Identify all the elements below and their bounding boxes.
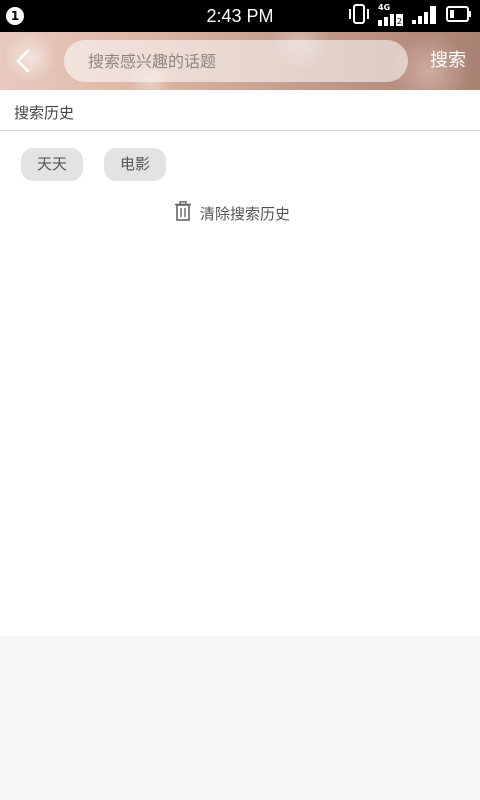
search-box[interactable] [64, 40, 408, 82]
vibrate-icon [348, 4, 370, 28]
svg-text:2: 2 [397, 17, 402, 26]
clear-history-button[interactable]: 清除搜索历史 [174, 200, 290, 226]
chevron-left-icon [10, 49, 38, 79]
status-icons: 4G 2 [348, 3, 472, 28]
history-chip[interactable]: 电影 [104, 148, 166, 181]
search-history-title: 搜索历史 [14, 104, 75, 122]
search-header: 搜索 [0, 32, 480, 90]
back-button[interactable] [10, 47, 38, 75]
divider [0, 130, 480, 131]
search-input[interactable] [86, 50, 390, 72]
trash-icon [174, 201, 192, 225]
status-bar: 1 2:43 PM 4G 2 [0, 0, 480, 32]
search-history-panel: 搜索历史 天天 电影 清除搜索历史 [0, 90, 480, 636]
search-button[interactable]: 搜索 [430, 32, 466, 90]
clear-history-label: 清除搜索历史 [200, 204, 291, 223]
battery-icon [446, 4, 472, 28]
search-screen: 1 2:43 PM 4G 2 搜索感兴趣的话题 搜索 搜索历史 天天 电影 清除… [0, 0, 480, 800]
history-chip[interactable]: 天天 [21, 148, 83, 181]
signal-4g-icon: 4G 2 [378, 3, 404, 26]
signal-icon [412, 4, 438, 28]
